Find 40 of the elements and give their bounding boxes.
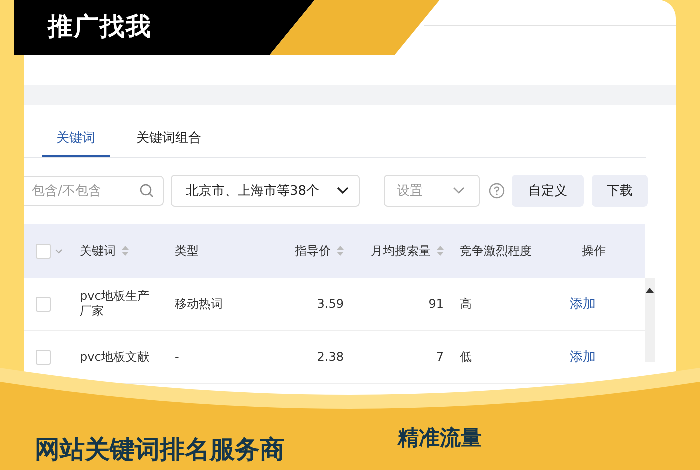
slogan-line: 精准流量 bbox=[398, 425, 482, 452]
region-dropdown[interactable]: 北京市、上海市等38个 bbox=[171, 175, 360, 207]
column-header: 指导价 bbox=[295, 242, 331, 260]
add-link[interactable]: 添加 bbox=[570, 350, 596, 364]
column-header: 操作 bbox=[582, 242, 606, 260]
sort-icon[interactable] bbox=[437, 246, 444, 256]
sort-icon[interactable] bbox=[122, 246, 129, 256]
table-cell-text: pvc地板生产厂家 bbox=[80, 289, 150, 319]
tab[interactable]: 关键词组合 bbox=[126, 121, 212, 157]
sort-icon[interactable] bbox=[337, 246, 344, 256]
search-field[interactable]: 包含/不包含 bbox=[24, 176, 164, 206]
caret-down-icon[interactable] bbox=[55, 248, 63, 254]
checkbox[interactable] bbox=[36, 350, 51, 364]
table-cell: 3.59 bbox=[317, 296, 344, 312]
chevron-down-icon bbox=[337, 187, 349, 195]
help-icon[interactable] bbox=[489, 183, 505, 199]
scrollbar[interactable] bbox=[645, 278, 655, 362]
action-button[interactable]: 下载 bbox=[592, 175, 648, 207]
table-cell: 2.38 bbox=[317, 350, 344, 364]
headline: 网站关键词排名服务商 bbox=[35, 434, 285, 466]
table-cell: - bbox=[175, 350, 180, 364]
table-cell: 移动热词 bbox=[175, 296, 223, 312]
scroll-up-icon[interactable] bbox=[646, 288, 654, 293]
action-button[interactable]: 自定义 bbox=[512, 175, 584, 207]
table-cell: 7 bbox=[436, 350, 444, 364]
column-header: 类型 bbox=[175, 242, 199, 260]
table-cell: 低 bbox=[460, 350, 472, 364]
banner-title: 推广找我 bbox=[48, 11, 152, 43]
search-icon bbox=[140, 184, 154, 198]
checkbox[interactable] bbox=[36, 244, 51, 258]
add-link[interactable]: 添加 bbox=[570, 296, 596, 312]
chevron-down-icon bbox=[453, 187, 465, 195]
table-cell: pvc地板文献 bbox=[80, 350, 150, 364]
checkbox[interactable] bbox=[36, 296, 51, 312]
column-header: 关键词 bbox=[80, 242, 116, 260]
column-header: 竞争激烈程度 bbox=[460, 242, 532, 260]
column-header: 月均搜索量 bbox=[371, 242, 431, 260]
table-cell: 高 bbox=[460, 296, 472, 312]
table-cell: 91 bbox=[428, 296, 444, 312]
tab[interactable]: 关键词 bbox=[42, 121, 110, 157]
